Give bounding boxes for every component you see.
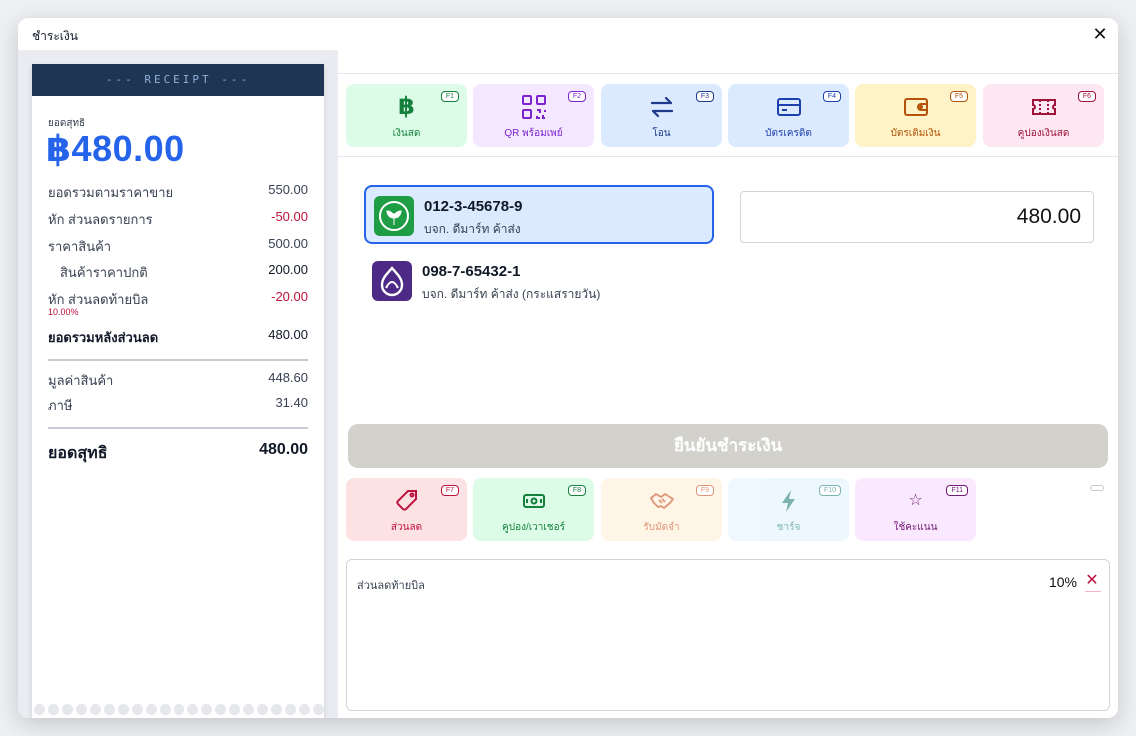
scb-logo-icon [372,261,412,301]
payment-method-transfer[interactable]: F3 โอน [601,84,722,147]
account-owner: บจก. ดีมาร์ท ค้าส่ง (กระแสรายวัน) [422,287,601,301]
bill-discount-percent: 10% [1048,574,1077,590]
account-number: 012-3-45678-9 [424,198,523,215]
bill-discount-panel: ส่วนลดท้ายบิล 10% ✕ [346,559,1110,711]
action-discount[interactable]: F7 ส่วนลด [346,478,467,541]
payment-method-cash-coupon[interactable]: F6 คูปองเงินสด [983,84,1104,147]
receipt-line-subtotal: ยอดรวมหลังส่วนลด 480.00 [48,327,308,345]
amount-input[interactable] [740,191,1094,243]
receipt: --- RECEIPT --- ยอดสุทธิ ฿480.00 ยอดรวมต… [32,64,324,718]
payment-pane: F1 ฿ เงินสด F2 QR พร้อมเพย์ F3 โอน F4 บั… [338,50,1118,718]
receipt-divider [48,427,308,429]
receipt-divider [48,359,308,361]
receipt-line: ภาษี 31.40 [48,395,308,413]
modal-header: ชำระเงิน ✕ [18,18,1118,50]
receipt-line: สินค้าราคาปกติ 200.00 [60,262,308,280]
kbank-logo-icon [374,196,414,236]
account-owner: บจก. ดีมาร์ท ค้าส่ง [424,222,521,236]
ticket-icon [983,94,1104,120]
bill-discount-title: ส่วนลดท้ายบิล [357,580,425,592]
voucher-icon [473,488,594,514]
action-deposit[interactable]: F9 รับมัดจำ [601,478,722,541]
bank-account-option[interactable]: 012-3-45678-9 บจก. ดีมาร์ท ค้าส่ง [364,185,714,244]
receipt-line: ยอดรวมตามราคาขาย 550.00 [48,182,308,200]
receipt-line: มูลค่าสินค้า 448.60 [48,370,308,388]
payment-method-qr[interactable]: F2 QR พร้อมเพย์ [473,84,594,147]
tag-icon [346,488,467,514]
close-button[interactable]: ✕ [1090,24,1110,44]
receipt-line: ราคาสินค้า 500.00 [48,236,308,254]
net-total-amount: ฿480.00 [46,128,185,169]
action-charge[interactable]: F10 ชาร์จ [728,478,849,541]
payment-method-credit-card[interactable]: F4 บัตรเครดิต [728,84,849,147]
payment-method-stored-value[interactable]: F5 บัตรเติมเงิน [855,84,976,147]
receipt-line: หัก ส่วนลดรายการ -50.00 [48,209,308,227]
bill-discount-note: 10.00% [48,307,79,317]
remove-discount-button[interactable]: ✕ [1083,572,1101,590]
baht-icon: ฿ [398,93,415,120]
payment-method-cash[interactable]: F1 ฿ เงินสด [346,84,467,147]
receipt-line-net: ยอดสุทธิ 480.00 [48,441,308,462]
scroll-indicator[interactable] [1090,485,1104,491]
transfer-icon [601,94,722,120]
receipt-torn-edge [32,704,324,718]
account-number: 098-7-65432-1 [422,263,521,280]
qr-icon [473,94,594,120]
star-icon: ☆ [908,492,923,509]
receipt-header: --- RECEIPT --- [32,64,324,96]
wallet-icon [855,94,976,120]
bolt-icon [728,488,849,514]
receipt-line: หัก ส่วนลดท้ายบิล -20.00 [48,289,308,307]
action-coupon-voucher[interactable]: F8 คูปอง/เวาเชอร์ [473,478,594,541]
action-use-points[interactable]: F11 ☆ ใช้คะแนน [855,478,976,541]
confirm-payment-button[interactable]: ยืนยันชำระเงิน [348,424,1108,468]
payment-modal: ชำระเงิน ✕ --- RECEIPT --- ยอดสุทธิ ฿480… [18,18,1118,718]
bank-account-option[interactable]: 098-7-65432-1 บจก. ดีมาร์ท ค้าส่ง (กระแส… [364,252,714,311]
handshake-icon [601,488,722,514]
credit-card-icon [728,94,849,120]
modal-title: ชำระเงิน [32,29,78,43]
receipt-pane: --- RECEIPT --- ยอดสุทธิ ฿480.00 ยอดรวมต… [18,50,338,718]
